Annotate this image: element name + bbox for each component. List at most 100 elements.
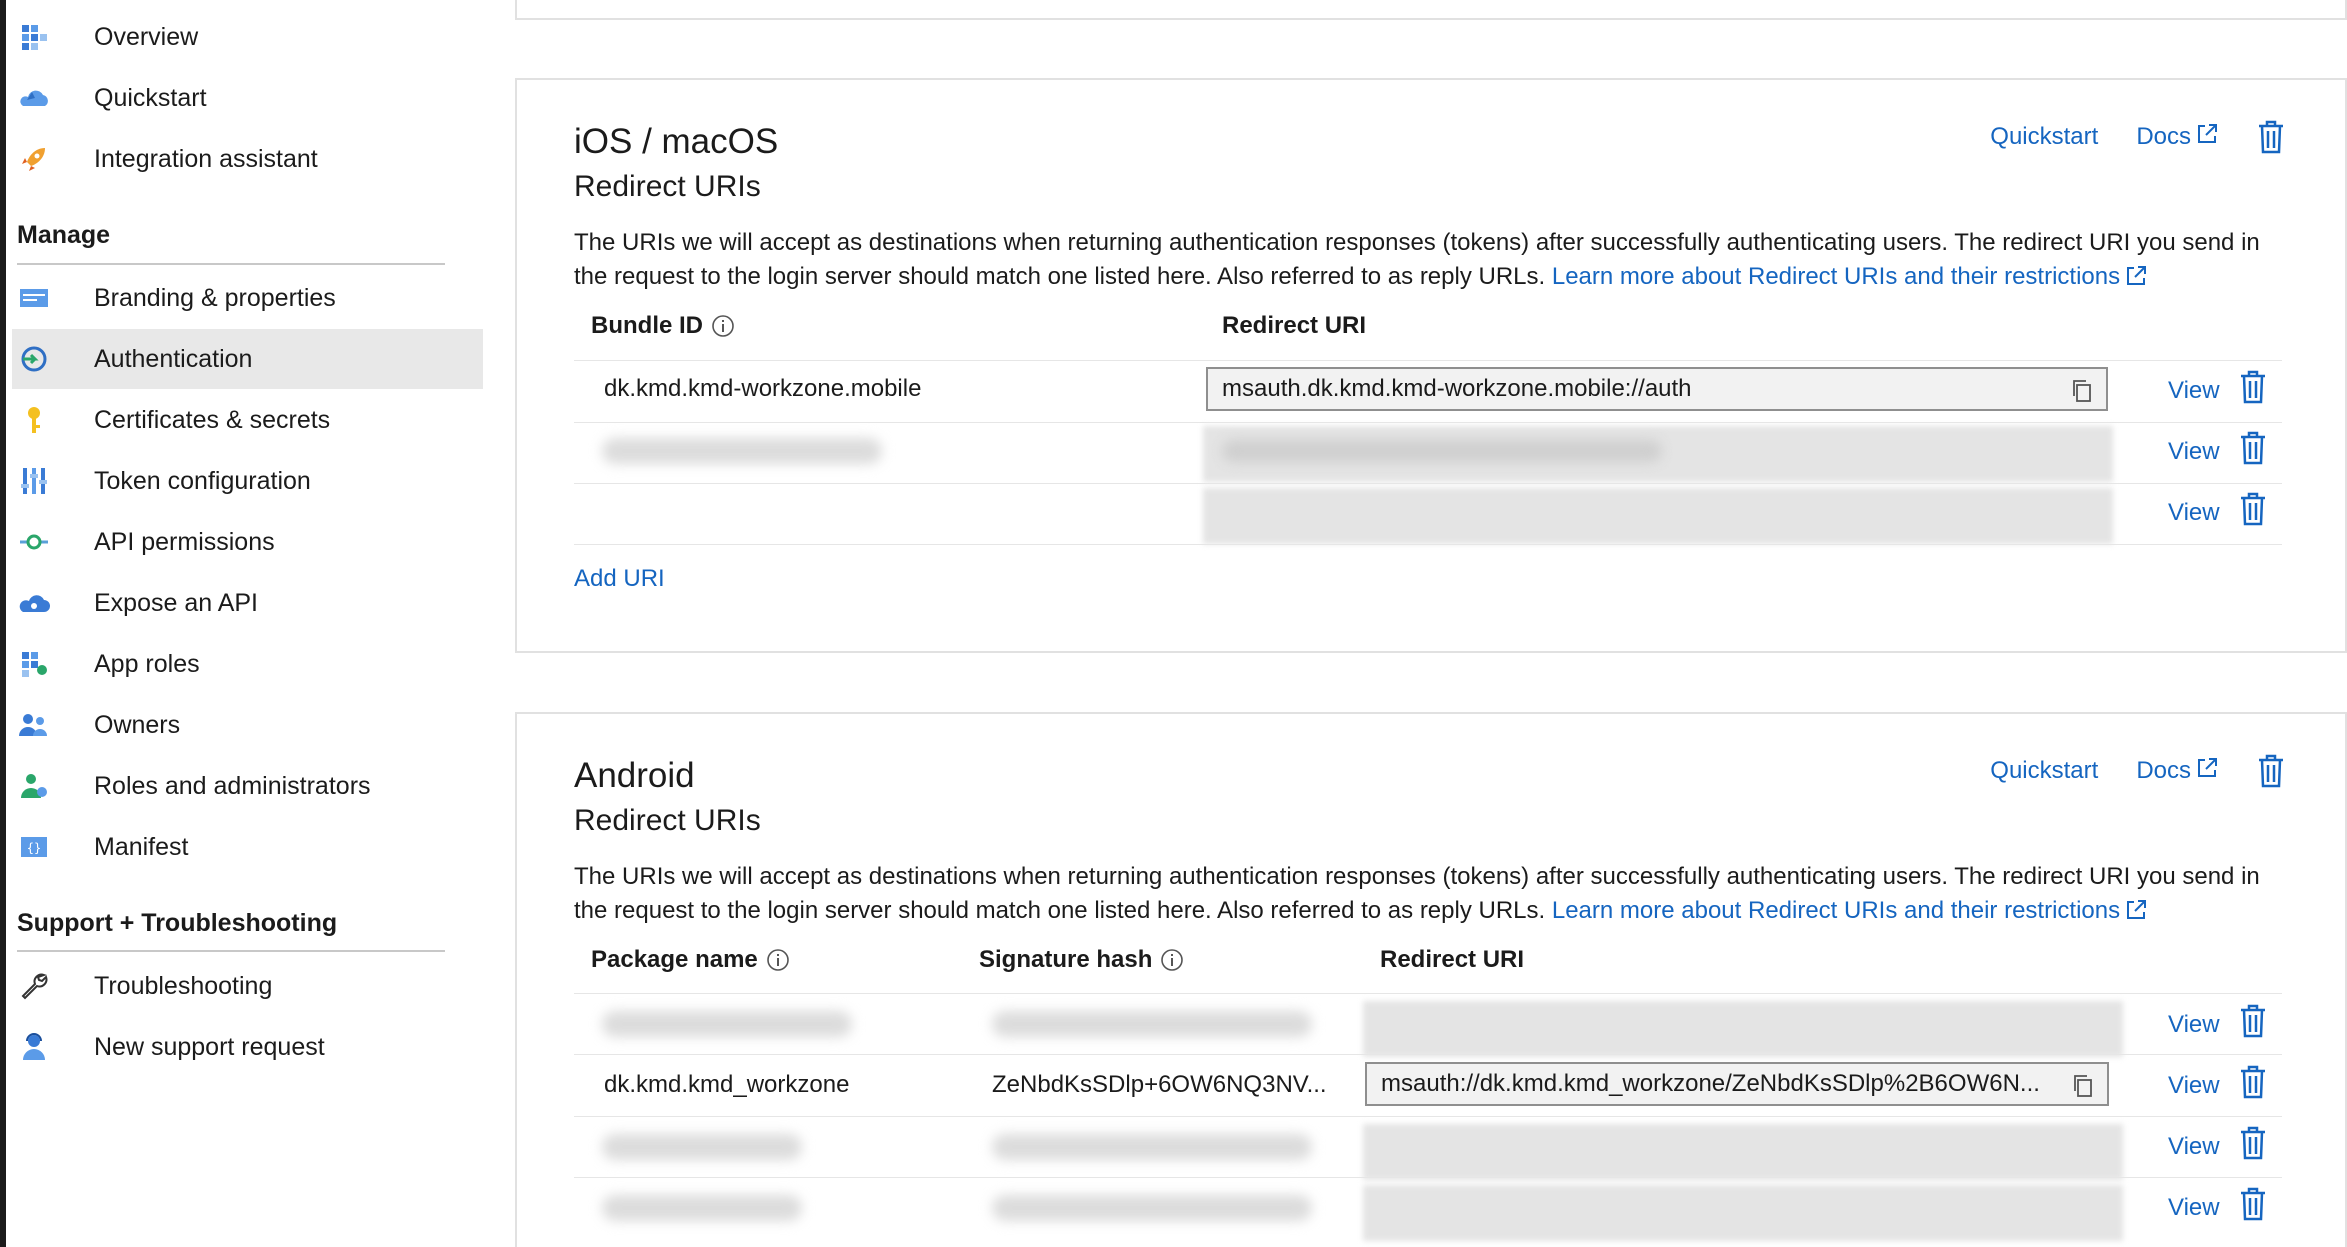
col-header-label: Package name bbox=[591, 946, 758, 973]
ios-macos-card: Quickstart Docs iOS / macOS Redirect URI… bbox=[515, 78, 2347, 653]
sidebar-item-integration-assistant[interactable]: Integration assistant bbox=[12, 129, 483, 189]
api-permissions-icon bbox=[16, 524, 52, 560]
sidebar-item-token-configuration[interactable]: Token configuration bbox=[12, 451, 483, 511]
row-divider bbox=[574, 1116, 2282, 1117]
sidebar-item-manifest[interactable]: {} Manifest bbox=[12, 817, 483, 877]
android-row-delete-icon[interactable] bbox=[2239, 1126, 2267, 1165]
branding-icon bbox=[16, 280, 52, 316]
sidebar-item-authentication[interactable]: Authentication bbox=[12, 329, 483, 389]
ios-view-link[interactable]: View bbox=[2168, 438, 2220, 466]
external-link-icon bbox=[2195, 122, 2219, 153]
android-docs-link[interactable]: Docs bbox=[2136, 756, 2219, 787]
sidebar-item-label: Integration assistant bbox=[94, 144, 318, 173]
android-title: Android bbox=[574, 756, 695, 795]
col-header-redirect-uri: Redirect URI bbox=[1222, 312, 1367, 339]
sidebar-item-label: Manifest bbox=[94, 832, 189, 861]
android-header-actions: Quickstart Docs bbox=[1990, 754, 2285, 788]
redacted-redirect-uri-field[interactable] bbox=[1363, 1185, 2123, 1241]
ios-row-delete-icon[interactable] bbox=[2239, 370, 2267, 409]
learn-more-label: Learn more about Redirect URIs and their… bbox=[1551, 897, 2121, 924]
android-card: Quickstart Docs Android Redirect URIs Th… bbox=[515, 712, 2347, 1247]
cloud-icon bbox=[16, 585, 52, 621]
support-person-icon bbox=[16, 1029, 52, 1065]
android-learn-more-link[interactable]: Learn more about Redirect URIs and their… bbox=[1552, 897, 2148, 924]
android-view-link[interactable]: View bbox=[2168, 1011, 2220, 1039]
ios-learn-more-link[interactable]: Learn more about Redirect URIs and their… bbox=[1552, 263, 2148, 290]
sidebar-item-label: Quickstart bbox=[94, 83, 207, 112]
sidebar-item-app-roles[interactable]: App roles bbox=[12, 634, 483, 694]
learn-more-label: Learn more about Redirect URIs and their… bbox=[1551, 263, 2121, 290]
redacted-redirect-uri-field[interactable] bbox=[1203, 488, 2113, 544]
quickstart-cloud-icon bbox=[16, 80, 52, 116]
ios-docs-link[interactable]: Docs bbox=[2136, 122, 2219, 153]
support-heading: Support + Troubleshooting bbox=[17, 909, 338, 937]
sidebar-item-owners[interactable]: Owners bbox=[12, 695, 483, 755]
sidebar-item-roles-administrators[interactable]: Roles and administrators bbox=[12, 756, 483, 816]
android-row-delete-icon[interactable] bbox=[2239, 1187, 2267, 1226]
ios-delete-platform-icon[interactable] bbox=[2257, 120, 2285, 154]
android-view-link[interactable]: View bbox=[2168, 1194, 2220, 1222]
redirect-uri-value: msauth.dk.kmd.kmd-workzone.mobile://auth bbox=[1222, 375, 1692, 402]
sidebar-item-quickstart[interactable]: Quickstart bbox=[12, 68, 483, 128]
sidebar-item-branding[interactable]: Branding & properties bbox=[12, 268, 483, 328]
android-description: The URIs we will accept as destinations … bbox=[574, 860, 2294, 932]
info-icon[interactable] bbox=[711, 314, 735, 338]
android-view-link[interactable]: View bbox=[2168, 1133, 2220, 1161]
manage-divider bbox=[17, 263, 445, 265]
row-divider bbox=[574, 360, 2282, 361]
external-link-icon bbox=[2124, 898, 2148, 932]
redacted-package-name bbox=[602, 1134, 802, 1160]
redacted-redirect-uri bbox=[1222, 440, 1662, 462]
sidebar-item-troubleshooting[interactable]: Troubleshooting bbox=[12, 956, 483, 1016]
sidebar-item-label: Expose an API bbox=[94, 588, 259, 617]
ios-header-actions: Quickstart Docs bbox=[1990, 120, 2285, 154]
sidebar-item-label: Roles and administrators bbox=[94, 771, 371, 800]
ios-title: iOS / macOS bbox=[574, 122, 779, 161]
docs-label: Docs bbox=[2136, 757, 2191, 784]
ios-add-uri-link[interactable]: Add URI bbox=[574, 565, 665, 593]
row-divider bbox=[574, 483, 2282, 484]
ios-bundle-id-cell: dk.kmd.kmd-workzone.mobile bbox=[604, 375, 922, 402]
ios-view-link[interactable]: View bbox=[2168, 499, 2220, 527]
android-delete-platform-icon[interactable] bbox=[2257, 754, 2285, 788]
sidebar-item-api-permissions[interactable]: API permissions bbox=[12, 512, 483, 572]
col-header-signature-hash: Signature hash bbox=[979, 946, 1184, 974]
sidebar-item-label: Owners bbox=[94, 710, 181, 739]
android-view-link[interactable]: View bbox=[2168, 1072, 2220, 1100]
rocket-icon bbox=[16, 141, 52, 177]
token-bars-icon bbox=[16, 463, 52, 499]
sidebar-item-expose-api[interactable]: Expose an API bbox=[12, 573, 483, 633]
android-row-delete-icon[interactable] bbox=[2239, 1004, 2267, 1043]
manage-heading: Manage bbox=[17, 221, 111, 249]
info-icon[interactable] bbox=[766, 948, 790, 972]
app-roles-grid-icon bbox=[16, 646, 52, 682]
copy-icon[interactable] bbox=[2070, 378, 2094, 409]
row-divider bbox=[574, 422, 2282, 423]
ios-row-delete-icon[interactable] bbox=[2239, 492, 2267, 531]
android-redirect-uri-field[interactable]: msauth://dk.kmd.kmd_workzone/ZeNbdKsSDlp… bbox=[1365, 1062, 2109, 1106]
ios-description: The URIs we will accept as destinations … bbox=[574, 226, 2294, 298]
sidebar-item-label: Certificates & secrets bbox=[94, 405, 331, 434]
android-row-delete-icon[interactable] bbox=[2239, 1065, 2267, 1104]
ios-view-link[interactable]: View bbox=[2168, 377, 2220, 405]
sidebar-item-label: Branding & properties bbox=[94, 283, 336, 312]
copy-icon[interactable] bbox=[2071, 1073, 2095, 1104]
sidebar-item-overview[interactable]: Overview bbox=[12, 7, 483, 67]
sidebar-item-label: New support request bbox=[94, 1032, 325, 1061]
redacted-redirect-uri-field[interactable] bbox=[1363, 1124, 2123, 1180]
ios-redirect-uri-field[interactable]: msauth.dk.kmd.kmd-workzone.mobile://auth bbox=[1206, 367, 2108, 411]
ios-quickstart-link[interactable]: Quickstart bbox=[1990, 123, 2098, 151]
sidebar-item-new-support-request[interactable]: New support request bbox=[12, 1017, 483, 1077]
sidebar-item-certificates[interactable]: Certificates & secrets bbox=[12, 390, 483, 450]
redirect-uri-value: msauth://dk.kmd.kmd_workzone/ZeNbdKsSDlp… bbox=[1381, 1070, 2040, 1097]
sidebar-item-label: Token configuration bbox=[94, 466, 311, 495]
row-divider bbox=[574, 1177, 2282, 1178]
ios-row-delete-icon[interactable] bbox=[2239, 431, 2267, 470]
sidebar: Overview Quickstart Integration assistan… bbox=[0, 0, 483, 1247]
col-header-bundle-id: Bundle ID bbox=[591, 312, 735, 340]
info-icon[interactable] bbox=[1160, 948, 1184, 972]
android-quickstart-link[interactable]: Quickstart bbox=[1990, 757, 2098, 785]
docs-label: Docs bbox=[2136, 123, 2191, 150]
redacted-package-name bbox=[602, 1195, 802, 1221]
redacted-redirect-uri-field[interactable] bbox=[1363, 1001, 2123, 1057]
